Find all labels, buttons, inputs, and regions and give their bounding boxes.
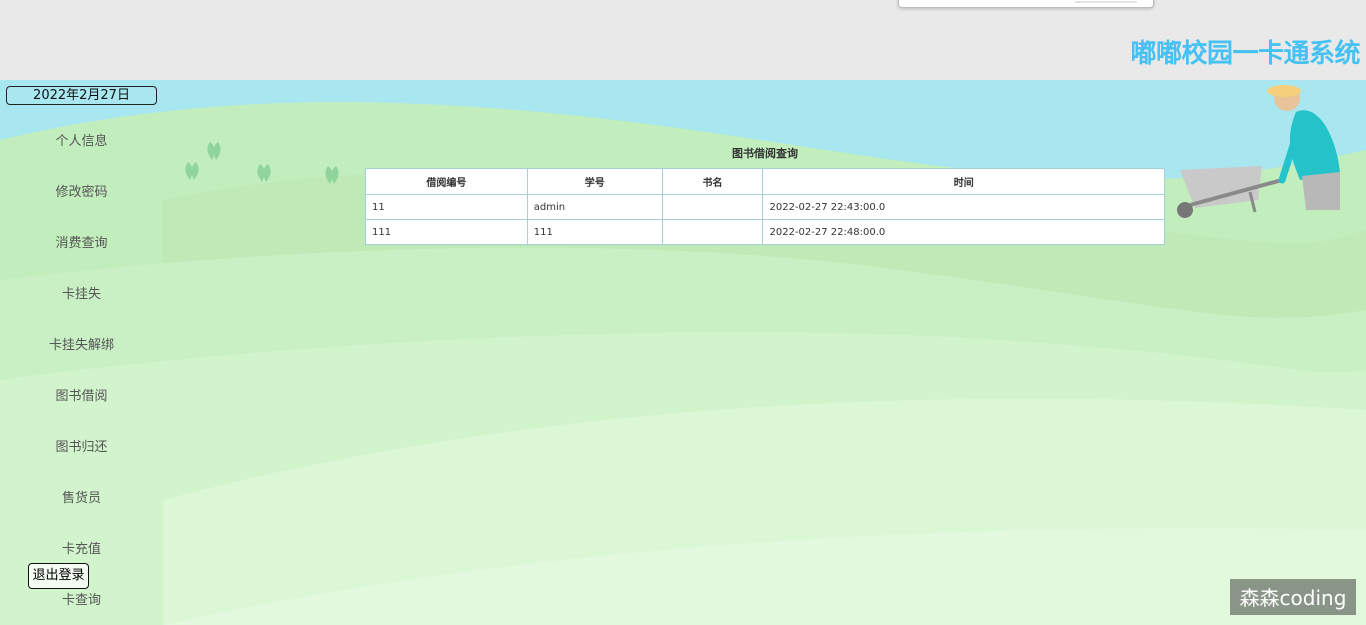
sidebar-item-salesperson[interactable]: 售货员 — [0, 487, 163, 506]
sidebar-item-report-loss[interactable]: 卡挂失 — [0, 283, 163, 302]
background-scene — [0, 80, 1366, 625]
borrow-records-table: 借阅编号 学号 书名 时间 11 admin 2022-02-27 22:43:… — [365, 168, 1165, 245]
column-header-student-id: 学号 — [526, 168, 663, 195]
cell-time: 2022-02-27 22:48:00.0 — [762, 219, 1165, 245]
sidebar-item-consumption-query[interactable]: 消费查询 — [0, 232, 163, 251]
cell-borrow-id: 111 — [365, 219, 528, 245]
cell-time: 2022-02-27 22:43:00.0 — [762, 194, 1165, 220]
watermark: 森森coding — [1230, 579, 1356, 615]
dropdown-popup — [898, 0, 1154, 8]
sidebar: 2022年2月27日 个人信息 修改密码 消费查询 卡挂失 卡挂失解绑 图书借阅… — [0, 80, 163, 625]
sidebar-item-borrow-books[interactable]: 图书借阅 — [0, 385, 163, 404]
sidebar-item-unbind-loss[interactable]: 卡挂失解绑 — [0, 334, 163, 353]
table-row: 11 admin 2022-02-27 22:43:00.0 — [365, 194, 1165, 220]
sidebar-item-return-books[interactable]: 图书归还 — [0, 436, 163, 455]
cell-book-name — [661, 194, 764, 220]
sidebar-item-card-query[interactable]: 卡查询 — [0, 589, 163, 608]
column-header-time: 时间 — [762, 168, 1165, 195]
popup-button[interactable] — [1075, 1, 1137, 3]
cell-student-id: admin — [526, 194, 663, 220]
table-header-row: 借阅编号 学号 书名 时间 — [365, 168, 1165, 195]
date-display: 2022年2月27日 — [6, 86, 157, 105]
sidebar-item-recharge[interactable]: 卡充值 — [0, 538, 163, 557]
sidebar-item-personal-info[interactable]: 个人信息 — [0, 130, 163, 149]
column-header-borrow-id: 借阅编号 — [365, 168, 528, 195]
background-illustration — [0, 80, 1366, 625]
cell-borrow-id: 11 — [365, 194, 528, 220]
cell-book-name — [661, 219, 764, 245]
table-row: 111 111 2022-02-27 22:48:00.0 — [365, 219, 1165, 245]
table-title: 图书借阅查询 — [732, 147, 798, 160]
logout-button[interactable]: 退出登录 — [28, 563, 89, 589]
app-title: 嘟嘟校园一卡通系统 — [1130, 39, 1360, 69]
column-header-book-name: 书名 — [661, 168, 764, 195]
top-bar: 嘟嘟校园一卡通系统 — [0, 0, 1366, 80]
cell-student-id: 111 — [526, 219, 663, 245]
sidebar-item-change-password[interactable]: 修改密码 — [0, 181, 163, 200]
